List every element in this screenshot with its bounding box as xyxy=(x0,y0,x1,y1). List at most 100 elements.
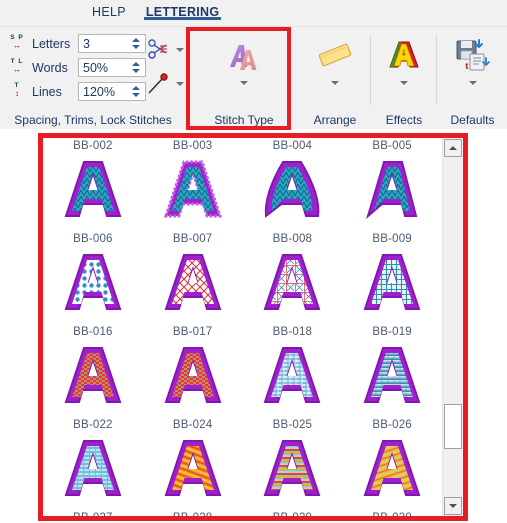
scroll-down-arrow[interactable] xyxy=(444,497,462,515)
spacing-group-label: Spacing, Trims, Lock Stitches xyxy=(14,113,172,127)
gallery-item[interactable]: BB-025 xyxy=(243,417,343,510)
lines-value: 120% xyxy=(83,84,115,99)
arrange-label: Arrange xyxy=(313,113,357,127)
gallery-item-label: BB-006 xyxy=(73,233,113,245)
gallery-item[interactable]: BB-022 xyxy=(43,417,143,510)
ribbon-tab-bar: HELP LETTERING xyxy=(0,0,507,26)
gallery-item[interactable]: BB-026 xyxy=(342,417,442,510)
save-defaults-icon: t xyxy=(453,31,493,79)
arrange-dropdown-icon[interactable] xyxy=(331,81,339,85)
stitch-letter-a-preview xyxy=(259,154,325,224)
arrange-button[interactable] xyxy=(300,31,370,85)
letters-stepper-down-icon[interactable] xyxy=(132,45,140,49)
stitch-letter-a-preview xyxy=(259,247,325,317)
gallery-item[interactable]: BB-007 xyxy=(143,231,243,324)
gallery-item[interactable]: BB-002 xyxy=(43,138,143,231)
stitch-letter-a-preview xyxy=(359,340,425,410)
words-stepper-down-icon[interactable] xyxy=(132,69,140,73)
gallery-item[interactable]: BB-018 xyxy=(243,324,343,417)
gallery-item-label: BB-002 xyxy=(73,140,113,152)
tab-help[interactable]: HELP xyxy=(82,0,136,19)
trim-lock-tools xyxy=(146,35,184,103)
svg-text:t: t xyxy=(465,60,469,72)
gallery-item[interactable]: BB-004 xyxy=(243,138,343,231)
gallery-item-label: BB-004 xyxy=(272,140,313,152)
stitch-letter-a-preview xyxy=(60,154,126,224)
group-divider-3 xyxy=(436,35,437,105)
gallery-item-label: BB-009 xyxy=(372,233,412,245)
ribbon-group-effects[interactable]: Effects xyxy=(372,27,436,129)
gallery-row: BB-002 BB-003 BB-004 BB-005 xyxy=(43,138,442,231)
defaults-label: Defaults xyxy=(450,113,495,127)
lock-stitch-row[interactable] xyxy=(146,69,184,99)
effects-button[interactable] xyxy=(372,31,436,85)
letters-spacing-row: S P ↔ Letters 3 xyxy=(6,33,146,54)
gallery-item[interactable]: BB-017 xyxy=(143,324,243,417)
stitch-type-dropdown-icon[interactable] xyxy=(240,81,248,85)
lines-stepper-up-icon[interactable] xyxy=(132,86,140,90)
group-divider-2 xyxy=(370,35,371,105)
gallery-item[interactable]: BB-027 xyxy=(43,510,143,516)
scrollbar-thumb[interactable] xyxy=(444,404,462,449)
gallery-item-label: BB-030 xyxy=(372,510,412,516)
stitch-type-button[interactable] xyxy=(189,31,299,85)
words-spacing-row: ⁠T L ↔ Words 50% xyxy=(6,57,146,78)
gallery-item[interactable]: BB-019 xyxy=(342,324,442,417)
gallery-item-label: BB-016 xyxy=(73,326,113,338)
ribbon-group-spacing: S P ↔ Letters 3 ⁠T L ↔ xyxy=(0,27,186,129)
letter-spacing-icon: S P ↔ xyxy=(10,34,24,50)
gallery-item[interactable]: BB-003 xyxy=(143,138,243,231)
scroll-down-arrow-icon xyxy=(449,504,457,508)
gallery-item[interactable]: BB-008 xyxy=(243,231,343,324)
words-stepper[interactable] xyxy=(129,59,143,76)
defaults-dropdown-icon[interactable] xyxy=(468,81,477,85)
letters-stepper[interactable] xyxy=(129,35,143,52)
gallery-scrollbar[interactable] xyxy=(442,138,463,516)
stitch-letter-a-preview xyxy=(359,247,425,317)
line-spacing-icon: ⁠T ↕ xyxy=(14,82,20,98)
tab-lettering[interactable]: LETTERING xyxy=(136,0,230,20)
letters-spinner[interactable]: 3 xyxy=(78,34,146,53)
gallery-item[interactable]: BB-030 xyxy=(342,510,442,516)
ribbon-group-arrange[interactable]: Arrange xyxy=(300,27,370,129)
lock-stitch-pin-icon[interactable] xyxy=(146,72,170,96)
ribbon-group-stitch-type[interactable]: Stitch Type xyxy=(189,27,299,129)
trim-tool-row[interactable] xyxy=(146,35,184,65)
words-stepper-up-icon[interactable] xyxy=(132,62,140,66)
gallery-item[interactable]: BB-009 xyxy=(342,231,442,324)
stitch-letter-a-preview xyxy=(160,340,226,410)
lines-spinner[interactable]: 120% xyxy=(78,82,146,101)
stitch-type-gallery[interactable]: BB-002 BB-003 BB-004 BB-005 BB-006 BB-00… xyxy=(43,138,442,516)
gallery-item-label: BB-005 xyxy=(372,140,412,152)
trim-scissors-icon[interactable] xyxy=(146,38,170,62)
gallery-item[interactable]: BB-024 xyxy=(143,417,243,510)
lines-stepper[interactable] xyxy=(129,83,143,100)
gallery-item[interactable]: BB-005 xyxy=(342,138,442,231)
words-spinner[interactable]: 50% xyxy=(78,58,146,77)
gallery-item[interactable]: BB-028 xyxy=(143,510,243,516)
ribbon-group-defaults[interactable]: t Defaults xyxy=(438,27,507,129)
trim-dropdown-icon[interactable] xyxy=(176,48,184,52)
scroll-up-arrow[interactable] xyxy=(444,139,462,157)
gallery-item-label: BB-022 xyxy=(73,419,113,431)
defaults-button[interactable]: t xyxy=(438,31,507,85)
lines-stepper-down-icon[interactable] xyxy=(132,93,140,97)
letters-label: Letters xyxy=(32,36,71,51)
ribbon: S P ↔ Letters 3 ⁠T L ↔ xyxy=(0,26,507,130)
gallery-item-label: BB-019 xyxy=(372,326,412,338)
letters-stepper-up-icon[interactable] xyxy=(132,38,140,42)
stitch-letter-a-preview xyxy=(160,247,226,317)
word-spacing-icon: ⁠T L ↔ xyxy=(10,58,24,74)
scroll-up-arrow-icon xyxy=(449,146,457,150)
gallery-item[interactable]: BB-006 xyxy=(43,231,143,324)
effects-dropdown-icon[interactable] xyxy=(400,81,408,85)
stitch-letter-a-preview xyxy=(359,154,425,224)
effects-letter-a-icon xyxy=(384,31,424,79)
stitch-type-letter-a-icon xyxy=(222,31,266,79)
group-divider-1 xyxy=(187,35,188,105)
arrange-baseline-icon xyxy=(313,31,357,79)
gallery-item[interactable]: BB-016 xyxy=(43,324,143,417)
tab-lettering-label: LETTERING xyxy=(145,5,220,19)
gallery-item[interactable]: BB-029 xyxy=(243,510,343,516)
lock-stitch-dropdown-icon[interactable] xyxy=(176,82,184,86)
